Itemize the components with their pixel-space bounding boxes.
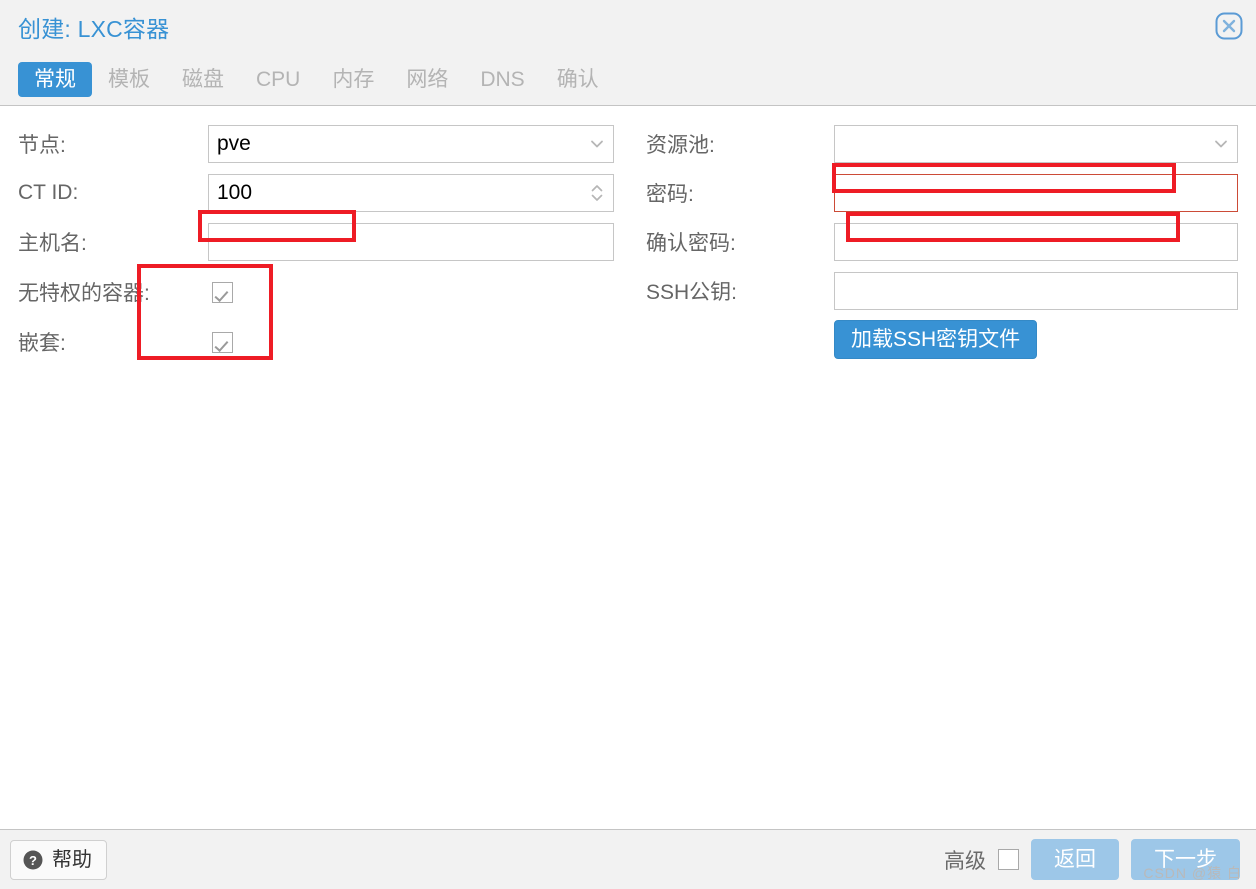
tab-template[interactable]: 模板	[92, 62, 166, 97]
hostname-label: 主机名:	[18, 232, 87, 255]
advanced-checkbox[interactable]	[998, 849, 1019, 870]
footer-actions: 高级 返回 下一步	[944, 839, 1246, 880]
tab-memory[interactable]: 内存	[316, 62, 390, 97]
field-ssh-public-key: SSH公钥:	[646, 271, 1238, 311]
form-column-left: 节点: pve CT ID: 100 主机名: 无特权的容器: 嵌套:	[18, 124, 614, 371]
confirm-password-label: 确认密码:	[646, 232, 736, 255]
field-nesting: 嵌套:	[18, 321, 614, 363]
password-label: 密码:	[646, 183, 694, 206]
field-password: 密码:	[646, 173, 1238, 213]
unprivileged-label: 无特权的容器:	[18, 282, 150, 305]
next-button[interactable]: 下一步	[1131, 839, 1240, 880]
advanced-label: 高级	[944, 849, 986, 873]
page-title: 创建: LXC容器	[18, 16, 170, 42]
svg-text:?: ?	[29, 853, 37, 868]
tab-disks[interactable]: 磁盘	[166, 62, 240, 97]
hostname-input[interactable]	[208, 223, 614, 261]
pool-select[interactable]	[834, 125, 1238, 163]
load-ssh-key-file-button[interactable]: 加载SSH密钥文件	[834, 320, 1038, 359]
dialog-header: 创建: LXC容器 常规 模板 磁盘 CPU 内存 网络 DNS 确认	[0, 0, 1256, 106]
tab-dns[interactable]: DNS	[464, 62, 540, 97]
field-unprivileged: 无特权的容器:	[18, 271, 614, 313]
ctid-input[interactable]: 100	[208, 174, 614, 212]
close-icon[interactable]	[1213, 10, 1245, 42]
field-confirm-password: 确认密码:	[646, 222, 1238, 262]
password-input[interactable]	[834, 174, 1238, 212]
field-node: 节点: pve	[18, 124, 614, 164]
form-column-right: 资源池: 密码: 确认密码: SSH公钥: 加载SSH密钥文件	[646, 124, 1238, 359]
ssh-button-row: 加载SSH密钥文件	[646, 320, 1238, 359]
tab-network[interactable]: 网络	[390, 62, 464, 97]
tab-bar: 常规 模板 磁盘 CPU 内存 网络 DNS 确认	[18, 62, 615, 97]
create-lxc-container-dialog: 创建: LXC容器 常规 模板 磁盘 CPU 内存 网络 DNS 确认 节点:	[0, 0, 1256, 889]
field-ctid: CT ID: 100	[18, 173, 614, 213]
ctid-value: 100	[217, 180, 253, 204]
pool-label: 资源池:	[646, 134, 715, 157]
ssh-public-key-input[interactable]	[834, 272, 1238, 310]
field-hostname: 主机名:	[18, 222, 614, 262]
dialog-footer: ? 帮助 高级 返回 下一步	[0, 829, 1256, 889]
tab-cpu[interactable]: CPU	[240, 62, 316, 97]
unprivileged-checkbox[interactable]	[212, 281, 233, 303]
question-circle-icon: ?	[22, 849, 44, 871]
help-button[interactable]: ? 帮助	[10, 839, 107, 880]
ctid-label: CT ID:	[18, 181, 79, 204]
node-label: 节点:	[18, 134, 66, 157]
nesting-label: 嵌套:	[18, 332, 66, 355]
back-button[interactable]: 返回	[1031, 839, 1119, 880]
chevron-down-icon[interactable]	[588, 135, 606, 153]
layout-spacer	[646, 320, 834, 359]
spinner-updown-icon[interactable]	[588, 180, 606, 206]
tab-confirm[interactable]: 确认	[541, 62, 615, 97]
node-select[interactable]: pve	[208, 125, 614, 163]
ssh-public-key-label: SSH公钥:	[646, 281, 738, 304]
field-pool: 资源池:	[646, 124, 1238, 164]
confirm-password-input[interactable]	[834, 223, 1238, 261]
dialog-body: 节点: pve CT ID: 100 主机名: 无特权的容器: 嵌套: 资源池:…	[0, 106, 1256, 829]
nesting-checkbox[interactable]	[212, 331, 233, 353]
chevron-down-icon[interactable]	[1212, 135, 1230, 153]
help-button-label: 帮助	[52, 848, 92, 871]
tab-general[interactable]: 常规	[18, 62, 92, 97]
node-value: pve	[217, 131, 251, 155]
